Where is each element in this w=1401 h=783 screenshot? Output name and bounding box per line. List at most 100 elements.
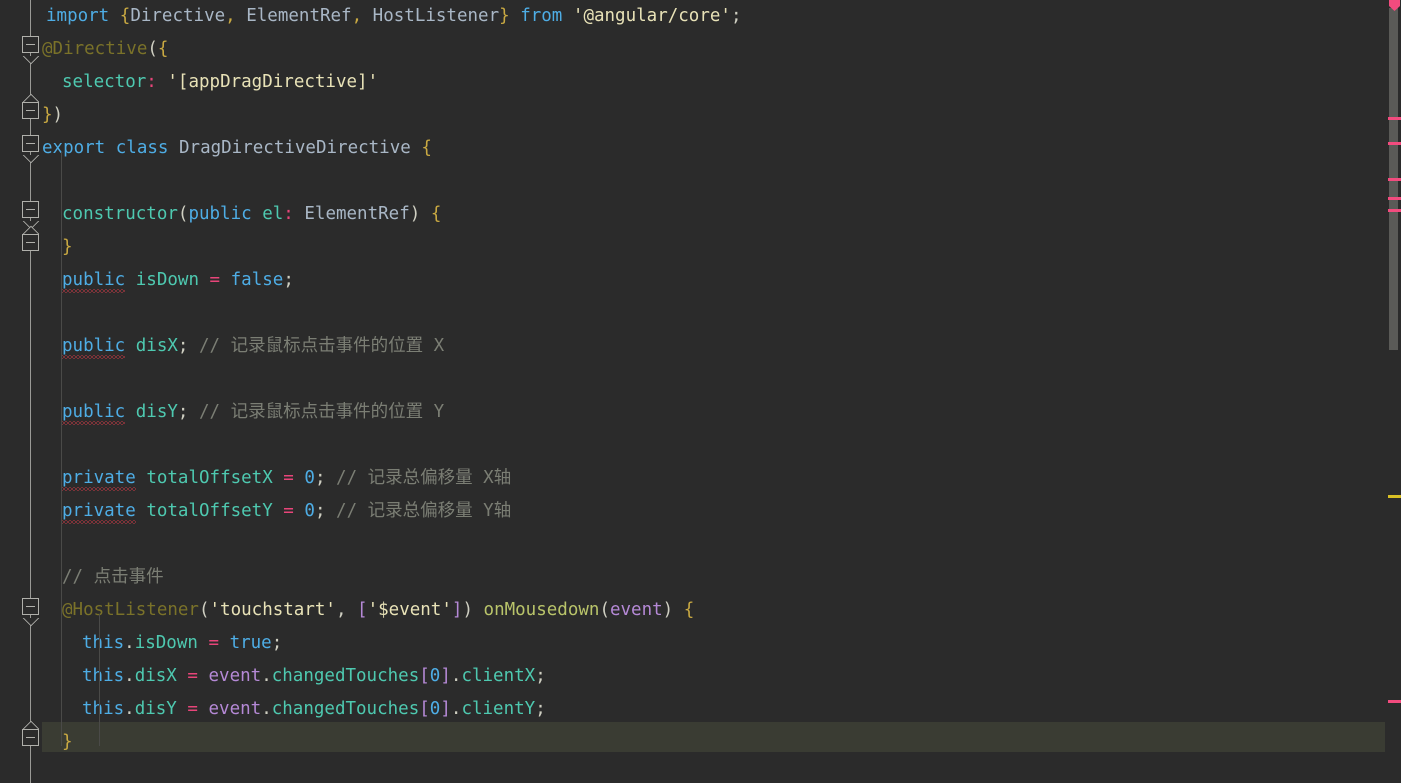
code-token: ElementRef [293,204,410,224]
code-token: event [609,600,663,620]
error-marker[interactable] [1388,209,1401,212]
indent-guide [61,152,62,746]
code-line[interactable]: selector: '[appDragDirective]' [42,66,378,99]
code-token: isDown [135,270,199,290]
code-token: ) [52,105,64,125]
code-line[interactable]: @Directive({ [42,33,168,66]
warning-marker[interactable] [1388,495,1401,498]
code-line[interactable]: public isDown = false; [42,264,294,297]
fold-toggle-start-icon[interactable] [22,598,39,615]
error-marker[interactable] [1388,117,1401,120]
code-line[interactable]: constructor(public el: ElementRef) { [42,198,441,231]
code-line[interactable]: public disX; // 记录鼠标点击事件的位置 X [42,330,444,363]
code-token: ; [314,468,326,488]
code-token: [ [357,600,368,620]
code-token: ; [271,633,283,653]
fold-toggle-end-icon[interactable] [22,234,39,251]
code-line[interactable]: }) [42,99,63,132]
code-token: private [62,501,136,524]
code-token: disY [134,699,177,719]
error-marker[interactable] [1388,142,1401,145]
fold-gutter-line-bottom [30,752,31,783]
code-line[interactable]: private totalOffsetY = 0; // 记录总偏移量 Y轴 [42,495,511,528]
code-token: // 记录总偏移量 Y轴 [336,501,512,521]
fold-toggle-start-icon[interactable] [22,201,39,218]
code-line[interactable]: private totalOffsetX = 0; // 记录总偏移量 X轴 [42,462,511,495]
code-token: [ [419,699,430,719]
code-token: disX [135,336,178,356]
code-token: , [225,6,236,26]
fold-toggle-end-icon[interactable] [22,729,39,746]
code-token: false [230,270,284,290]
code-token: event [208,666,262,686]
code-token: disX [134,666,177,686]
code-token: = [187,666,198,686]
code-content[interactable]: import {Directive, ElementRef, HostListe… [42,0,1385,783]
code-token: . [450,666,462,686]
code-token: ; [535,699,546,719]
code-token: : [146,72,157,92]
code-token: ) [662,600,674,620]
fold-toggle-end-icon[interactable] [22,102,39,119]
fold-gutter[interactable] [0,0,42,783]
code-token: ) [409,204,421,224]
error-marker[interactable] [1388,178,1401,181]
code-token: '[appDragDirective]' [167,72,379,92]
code-token: { [421,138,432,158]
code-line[interactable]: } [42,231,73,264]
code-token: disY [135,402,178,422]
code-token: isDown [134,633,198,653]
code-line[interactable]: public disY; // 记录鼠标点击事件的位置 Y [42,396,444,429]
code-token: '$event' [367,600,452,620]
code-token: clientX [461,666,536,686]
code-token: event [208,699,262,719]
code-token: ; [535,666,546,686]
code-token: public [62,270,126,293]
code-token: ; [177,336,189,356]
code-line[interactable]: import {Directive, ElementRef, HostListe… [42,0,742,33]
fold-toggle-start-icon[interactable] [22,36,39,53]
code-token: , [335,600,347,620]
code-token: { [119,6,131,26]
code-token: ; [730,6,742,26]
code-editor[interactable]: import {Directive, ElementRef, HostListe… [0,0,1401,783]
minus-icon [26,242,35,243]
code-line[interactable]: this.disX = event.changedTouches[0].clie… [42,660,546,693]
fold-toggle-start-icon[interactable] [22,135,39,152]
minus-icon [26,44,35,45]
code-token: } [62,732,73,752]
code-token: } [499,6,510,26]
code-token: } [42,105,53,125]
error-marker[interactable] [1388,700,1401,703]
code-token: private [62,468,136,491]
code-token: changedTouches [271,699,420,719]
code-token: clientY [461,699,536,719]
code-token: = [187,699,198,719]
minus-icon [26,737,35,738]
error-marker[interactable] [1388,197,1401,200]
fold-guide-line [30,119,31,135]
code-token: ; [283,270,294,290]
code-line[interactable]: @HostListener('touchstart', ['$event']) … [42,594,694,627]
code-token: totalOffsetY [146,501,273,521]
code-token: constructor [62,204,178,224]
code-token: public [62,402,126,425]
code-line[interactable]: this.disY = event.changedTouches[0].clie… [42,693,546,726]
minus-icon [26,606,35,607]
code-token: = [208,633,220,653]
code-line[interactable]: this.isDown = true; [42,627,282,660]
code-line[interactable]: export class DragDirectiveDirective { [42,132,432,165]
code-token: this [82,666,125,686]
